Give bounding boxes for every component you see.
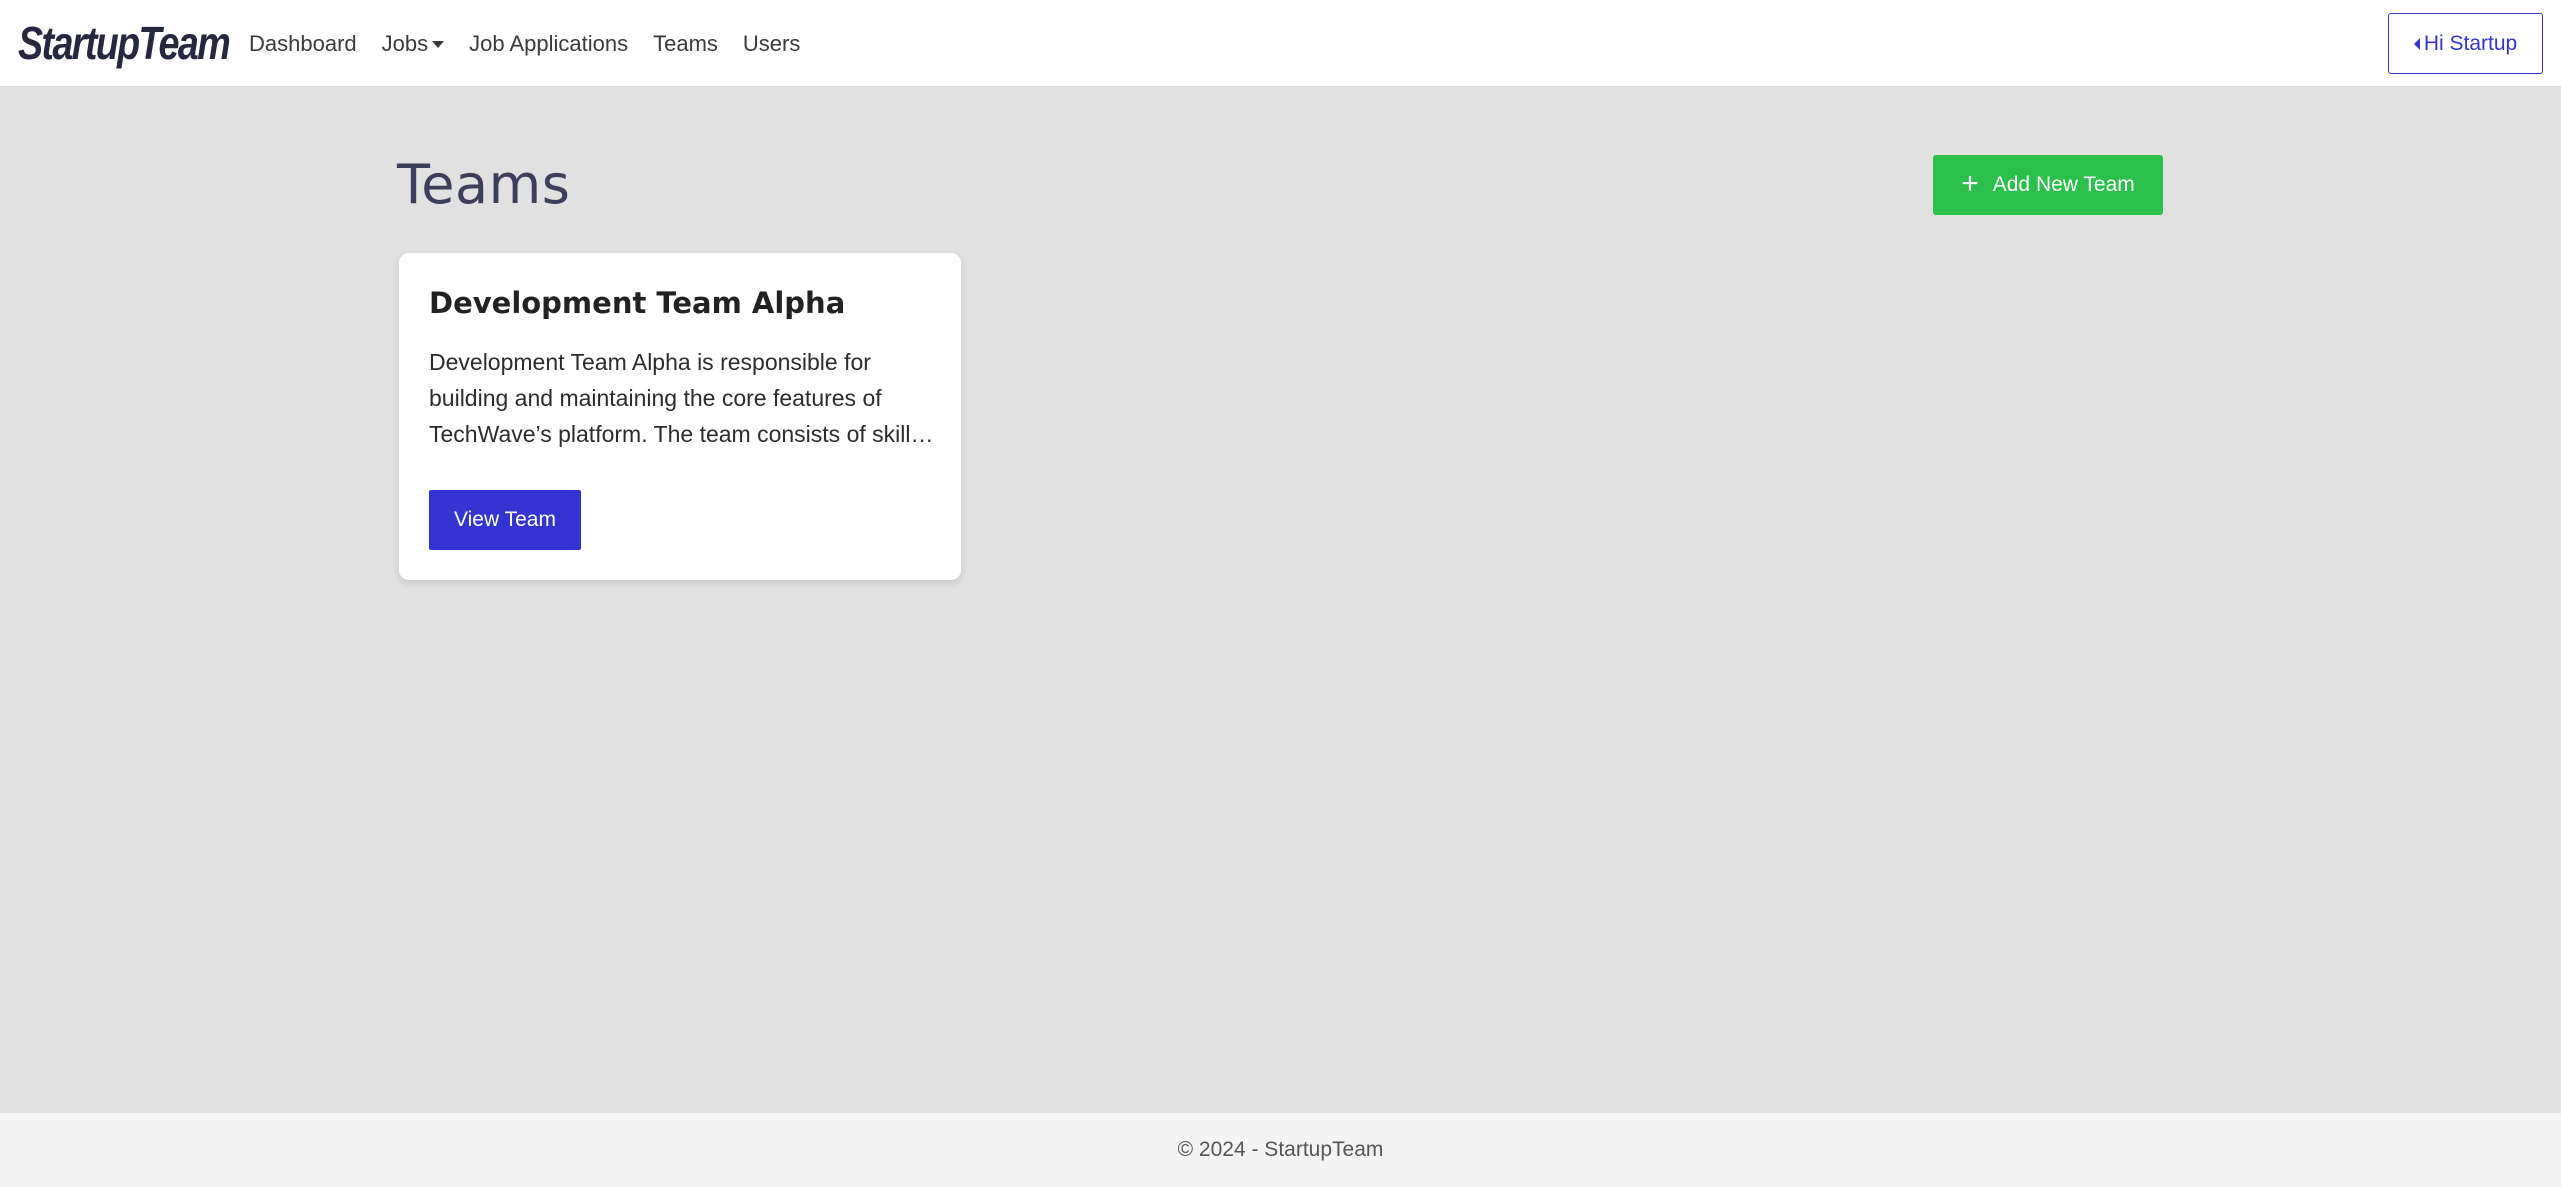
nav-link-dashboard[interactable]: Dashboard bbox=[249, 31, 357, 57]
plus-icon: + bbox=[1961, 166, 1979, 200]
team-card-description: Development Team Alpha is responsible fo… bbox=[429, 349, 937, 447]
add-new-team-button[interactable]: + Add New Team bbox=[1933, 155, 2163, 215]
nav-link-teams[interactable]: Teams bbox=[653, 31, 718, 57]
nav-link-users[interactable]: Users bbox=[743, 31, 800, 57]
footer: © 2024 - StartupTeam bbox=[0, 1113, 2561, 1187]
caret-down-icon bbox=[432, 41, 445, 48]
view-team-button[interactable]: View Team bbox=[429, 490, 581, 550]
add-new-team-label: Add New Team bbox=[1992, 173, 2135, 196]
user-menu-button[interactable]: Hi Startup bbox=[2388, 13, 2543, 74]
top-navbar: StartupTeam Dashboard Jobs Job Applicati… bbox=[0, 0, 2561, 87]
user-menu-label: Hi Startup bbox=[2423, 31, 2518, 55]
nav-links: Dashboard Jobs Job Applications Teams Us… bbox=[249, 0, 825, 87]
nav-link-job-applications[interactable]: Job Applications bbox=[469, 31, 628, 57]
brand-logo[interactable]: StartupTeam bbox=[18, 14, 231, 72]
nav-link-jobs[interactable]: Jobs bbox=[381, 30, 445, 57]
team-card-title: Development Team Alpha bbox=[429, 286, 846, 320]
nav-link-jobs-label: Jobs bbox=[381, 30, 429, 56]
team-card: Development Team Alpha Development Team … bbox=[399, 253, 961, 580]
footer-copyright: © 2024 - StartupTeam bbox=[1177, 1138, 1384, 1161]
caret-left-icon bbox=[2413, 37, 2420, 50]
page-title: Teams bbox=[397, 153, 571, 216]
